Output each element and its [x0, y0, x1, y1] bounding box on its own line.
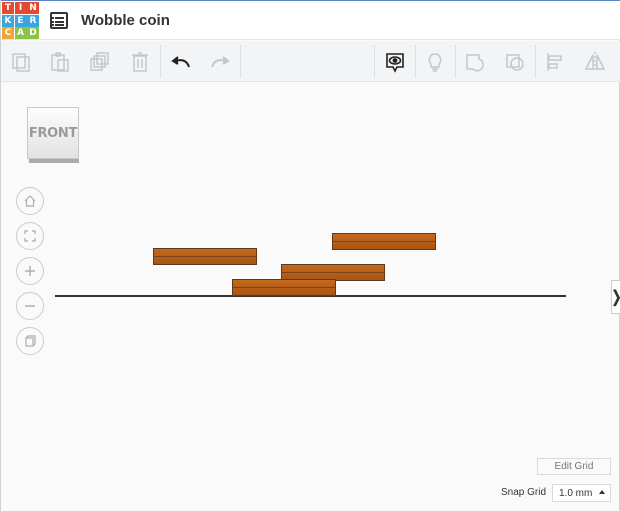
- panel-toggle-chevron-icon[interactable]: ❭: [610, 280, 620, 314]
- redo-icon[interactable]: [200, 41, 240, 82]
- delete-icon[interactable]: [120, 41, 160, 82]
- coin-shape[interactable]: [153, 248, 257, 265]
- logo-letter: T: [2, 2, 14, 14]
- ungroup-icon[interactable]: [495, 41, 535, 82]
- title-bar: T I N K E R C A D Wobble coin: [1, 0, 620, 40]
- snap-grid-label: Snap Grid: [501, 487, 547, 498]
- caret-up-icon: [599, 490, 605, 494]
- logo-letter: N: [27, 2, 39, 14]
- coin-shape[interactable]: [332, 233, 436, 250]
- toolbar: [1, 41, 620, 82]
- copy-icon[interactable]: [1, 41, 41, 82]
- show-hide-icon[interactable]: [375, 41, 415, 82]
- paste-icon[interactable]: [40, 41, 80, 82]
- group-icon[interactable]: [455, 41, 495, 82]
- snap-grid-value: 1.0 mm: [559, 487, 593, 499]
- align-icon[interactable]: [535, 41, 575, 82]
- logo-letter: D: [27, 27, 39, 39]
- logo-letter: K: [2, 14, 14, 27]
- lightbulb-icon[interactable]: [415, 41, 455, 82]
- logo-letter: C: [2, 27, 14, 39]
- edit-grid-button[interactable]: Edit Grid: [537, 458, 611, 475]
- logo-letter: R: [27, 14, 39, 27]
- logo-letter: E: [14, 14, 27, 27]
- coin-shape[interactable]: [232, 279, 336, 296]
- snap-grid-select[interactable]: 1.0 mm: [552, 484, 611, 502]
- tinkercad-editor: T I N K E R C A D Wobble coin FRONT Edit…: [0, 0, 620, 511]
- duplicate-icon[interactable]: [80, 41, 120, 82]
- design-menu-icon[interactable]: [50, 12, 68, 29]
- logo-letter: I: [14, 2, 27, 14]
- workplane-viewport[interactable]: [1, 82, 620, 511]
- mirror-icon[interactable]: [575, 41, 615, 82]
- tinkercad-logo[interactable]: T I N K E R C A D: [2, 2, 39, 39]
- design-title[interactable]: Wobble coin: [81, 12, 170, 29]
- logo-letter: A: [14, 27, 27, 39]
- undo-icon[interactable]: [161, 41, 201, 82]
